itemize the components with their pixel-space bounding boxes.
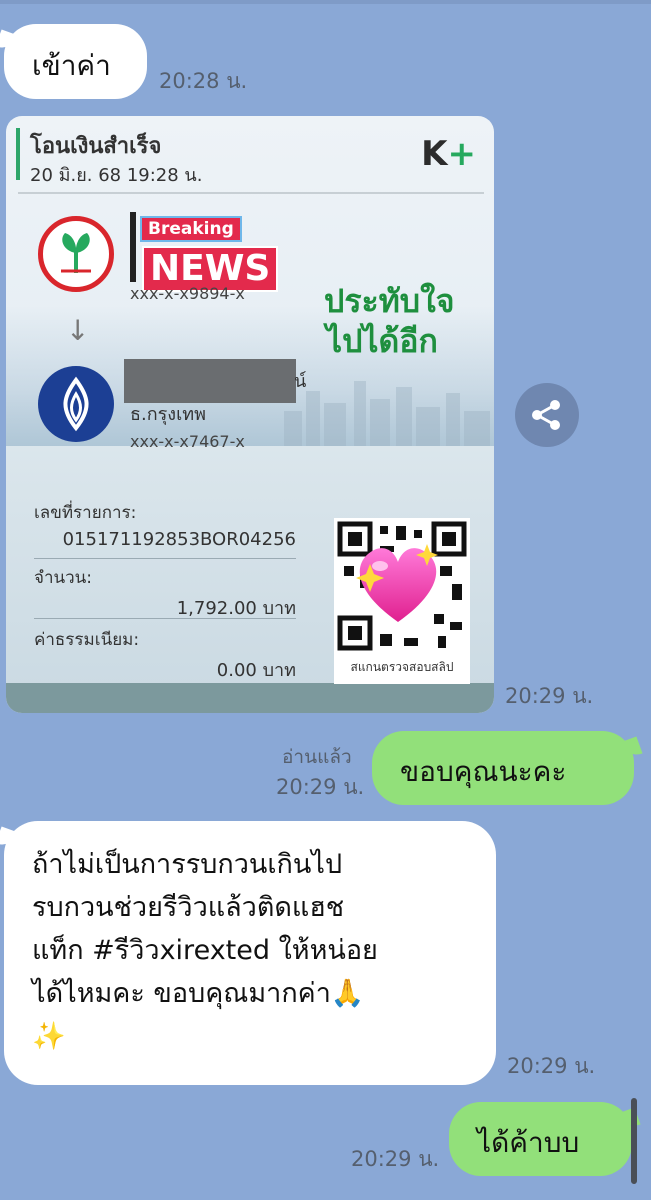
slip-date: 20 มิ.ย. 68 19:28 น. bbox=[30, 165, 203, 186]
share-button[interactable] bbox=[515, 383, 579, 447]
ref-value: 015171192853BOR04256 bbox=[62, 529, 296, 550]
top-edge bbox=[0, 0, 651, 4]
receiver-account: xxx-x-x7467-x bbox=[130, 432, 245, 451]
sender-account: xxx-x-x9894-x bbox=[130, 284, 245, 303]
slip-bottom-bar bbox=[6, 683, 494, 713]
message-time: 20:29 น. bbox=[351, 1147, 440, 1171]
qr-caption: สแกนตรวจสอบสลิป bbox=[350, 660, 454, 674]
message-time: 20:29 น. bbox=[276, 775, 365, 799]
message-text: ได้ค้าบบ bbox=[477, 1126, 580, 1159]
promo-text-line2: ไปได้อีก bbox=[326, 322, 438, 360]
message-text: ขอบคุณนะคะ bbox=[400, 755, 567, 788]
message-time: 20:29 น. bbox=[505, 684, 594, 708]
fee-value: 0.00 บาท bbox=[216, 660, 296, 681]
receiver-name-fragment: น์ bbox=[294, 371, 307, 392]
message-text: ถ้าไม่เป็นการรบกวนเกินไป รบกวนช่วยรีวิวแ… bbox=[32, 843, 378, 1058]
message-time: 20:29 น. bbox=[507, 1054, 596, 1078]
slip-separator bbox=[34, 558, 296, 559]
kplus-plus: + bbox=[447, 134, 477, 174]
arrow-down-icon: ↓ bbox=[66, 314, 90, 347]
read-receipt: อ่านแล้ว bbox=[282, 746, 352, 768]
outgoing-message[interactable]: ขอบคุณนะคะ bbox=[372, 731, 634, 805]
scrollbar[interactable] bbox=[631, 1098, 637, 1184]
message-line: รบกวนช่วยรีวิวแล้วติดแฮช bbox=[32, 892, 345, 923]
message-text: เข้าค่า bbox=[32, 49, 111, 82]
outgoing-message[interactable]: ได้ค้าบบ bbox=[449, 1102, 632, 1176]
amount-label: จำนวน: bbox=[34, 568, 93, 588]
breaking-sticker: Breaking bbox=[140, 216, 242, 242]
share-icon bbox=[532, 400, 560, 430]
title-accent bbox=[16, 128, 20, 180]
ref-label: เลขที่รายการ: bbox=[34, 503, 137, 523]
slip-divider bbox=[18, 192, 484, 194]
incoming-message[interactable]: เข้าค่า bbox=[4, 24, 147, 99]
redacted-name bbox=[124, 359, 296, 403]
kbank-logo bbox=[38, 216, 114, 292]
message-time: 20:28 น. bbox=[159, 69, 248, 93]
message-line: แท็ก #รีวิวxirexted ให้หน่อย bbox=[32, 935, 378, 966]
transfer-slip-image[interactable]: โอนเงินสำเร็จ 20 มิ.ย. 68 19:28 น. K+ ↓ … bbox=[6, 116, 494, 713]
kplus-logo: K+ bbox=[421, 134, 476, 174]
message-line: ✨ bbox=[32, 1021, 66, 1052]
overlay-bar bbox=[130, 212, 136, 282]
sparkling-heart-icon bbox=[356, 544, 438, 622]
bangkok-bank-logo bbox=[38, 366, 114, 442]
fee-label: ค่าธรรมเนียม: bbox=[34, 630, 140, 650]
receiver-bank: ธ.กรุงเทพ bbox=[130, 404, 206, 425]
message-line: ถ้าไม่เป็นการรบกวนเกินไป bbox=[32, 849, 343, 880]
message-line: ได้ไหมคะ ขอบคุณมากค่า🙏 bbox=[32, 978, 365, 1009]
slip-title: โอนเงินสำเร็จ bbox=[30, 134, 162, 159]
slip-separator bbox=[34, 618, 296, 619]
kplus-k: K bbox=[421, 134, 448, 174]
incoming-message[interactable]: ถ้าไม่เป็นการรบกวนเกินไป รบกวนช่วยรีวิวแ… bbox=[4, 821, 496, 1085]
city-skyline-graphic bbox=[284, 381, 490, 451]
